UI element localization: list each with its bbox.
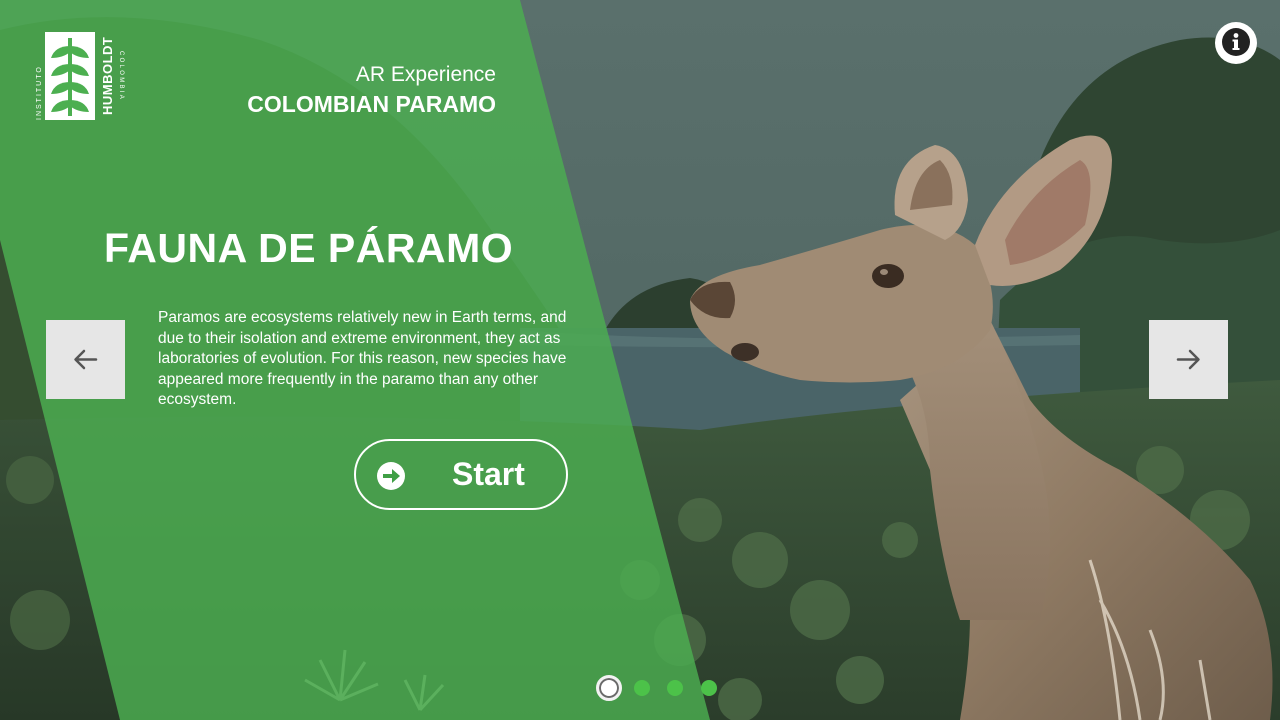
pagination-dot-3[interactable] xyxy=(667,680,683,696)
humboldt-leaf-mark-icon xyxy=(45,32,95,120)
arrow-right-circle-icon xyxy=(377,462,405,490)
experience-subtitle: COLOMBIAN PARAMO xyxy=(247,91,496,117)
slide-title: FAUNA DE PÁRAMO xyxy=(104,225,514,271)
logo-country-text: COLOMBIA xyxy=(118,50,124,102)
start-button[interactable]: Start xyxy=(354,439,568,510)
ar-experience-screen: INSTITUTO HUMBOLDT COLOMBIA AR Experienc… xyxy=(0,0,1280,720)
pagination-dot-1[interactable] xyxy=(596,675,622,701)
info-icon[interactable] xyxy=(1214,21,1258,65)
start-button-label: Start xyxy=(452,456,525,492)
next-slide-button[interactable] xyxy=(1149,320,1228,399)
pagination-dot-2[interactable] xyxy=(634,680,650,696)
previous-slide-button[interactable] xyxy=(46,320,125,399)
arrow-right-icon xyxy=(1176,349,1200,370)
experience-kicker: AR Experience xyxy=(355,63,496,86)
logo-institute-text: INSTITUTO xyxy=(36,65,43,120)
logo-humboldt-text: HUMBOLDT xyxy=(100,36,115,116)
slide-description: Paramos are ecosystems relatively new in… xyxy=(158,309,567,408)
slide-pagination xyxy=(596,675,726,701)
arrow-left-icon xyxy=(74,349,98,370)
humboldt-logo: INSTITUTO HUMBOLDT COLOMBIA xyxy=(36,32,124,122)
pagination-dot-4[interactable] xyxy=(701,680,717,696)
